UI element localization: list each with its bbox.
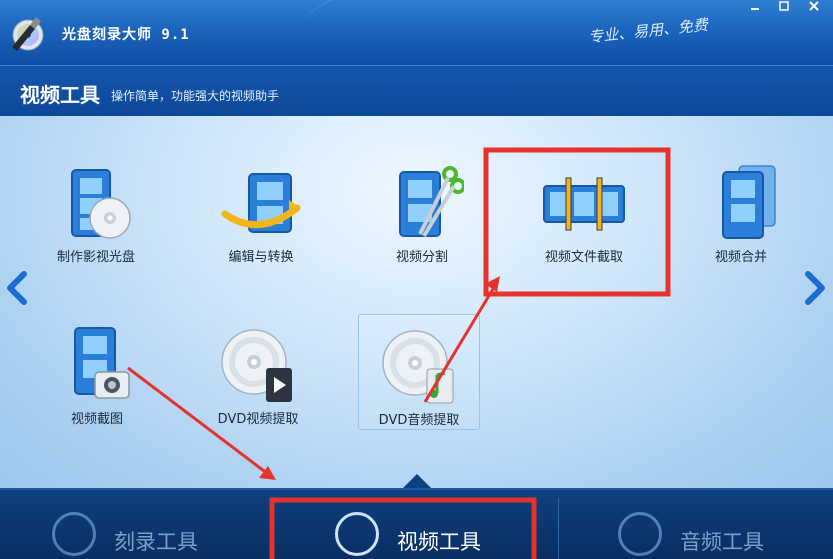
tool-dvd-audio-extract[interactable]: DVD音频提取: [358, 314, 480, 430]
section-title: 视频工具: [20, 83, 100, 107]
tab-label: 视频工具: [397, 530, 481, 554]
next-page-arrow-icon[interactable]: [800, 268, 830, 308]
tool-panel: 制作影视光盘 编辑与转换 视频分割 视频文件截取 视频合并 视频截图 DVD视频…: [0, 116, 833, 488]
tool-video-screenshot[interactable]: 视频截图: [37, 326, 157, 427]
tool-label: 视频分割: [395, 250, 448, 265]
tab-label: 音频工具: [680, 530, 764, 554]
tool-label: 视频截图: [70, 412, 123, 427]
film-scissors-icon: [399, 166, 464, 238]
maximize-button[interactable]: [771, 0, 797, 16]
film-disc-icon: [71, 169, 131, 239]
tool-label: 制作影视光盘: [56, 250, 135, 265]
tab-divider: [270, 498, 271, 559]
tool-make-movie-disc[interactable]: 制作影视光盘: [36, 164, 156, 265]
music-note-icon: [618, 512, 662, 556]
film-icon: [335, 512, 379, 556]
app-title: 光盘刻录大师 9.1: [62, 27, 190, 43]
previous-page-arrow-icon[interactable]: [2, 268, 32, 308]
film-merge-icon: [722, 165, 776, 239]
tool-label: 视频文件截取: [544, 250, 623, 265]
bottom-tab-bar: 刻录工具 视频工具 音频工具: [0, 488, 833, 559]
minimize-icon: [751, 8, 759, 10]
dvd-audio-icon: [382, 330, 454, 404]
tool-edit-convert[interactable]: 编辑与转换: [201, 164, 321, 265]
app-slogan: 专业、易用、免费: [587, 15, 709, 47]
tool-label: DVD视频提取: [217, 412, 299, 427]
tab-audio-tools[interactable]: 音频工具: [618, 500, 818, 559]
film-camera-icon: [74, 327, 130, 399]
tool-video-merge[interactable]: 视频合并: [681, 164, 801, 265]
app-logo-icon: [12, 17, 44, 51]
maximize-icon: [779, 1, 789, 11]
active-tab-pointer: [403, 474, 431, 488]
tool-video-split[interactable]: 视频分割: [362, 164, 482, 265]
dvd-video-icon: [221, 329, 292, 402]
tool-video-clip[interactable]: 视频文件截取: [524, 164, 644, 265]
tab-burn-tools[interactable]: 刻录工具: [52, 500, 252, 559]
film-convert-icon: [221, 173, 301, 233]
tool-label: 视频合并: [714, 250, 767, 265]
tab-label: 刻录工具: [114, 530, 198, 554]
film-clip-icon: [543, 177, 625, 231]
tab-video-tools[interactable]: 视频工具: [335, 500, 535, 559]
close-icon: [809, 1, 819, 11]
tool-label: DVD音频提取: [378, 413, 460, 428]
close-button[interactable]: [801, 0, 827, 16]
section-subtitle: 操作简单，功能强大的视频助手: [111, 89, 280, 103]
disc-icon: [52, 512, 96, 556]
tab-divider: [558, 498, 559, 559]
title-bar: 光盘刻录大师 9.1 专业、易用、免费: [0, 0, 833, 65]
minimize-button[interactable]: [742, 0, 768, 16]
section-header: 视频工具 操作简单，功能强大的视频助手: [0, 65, 833, 117]
tool-label: 编辑与转换: [228, 250, 294, 265]
tool-dvd-video-extract[interactable]: DVD视频提取: [198, 326, 318, 427]
